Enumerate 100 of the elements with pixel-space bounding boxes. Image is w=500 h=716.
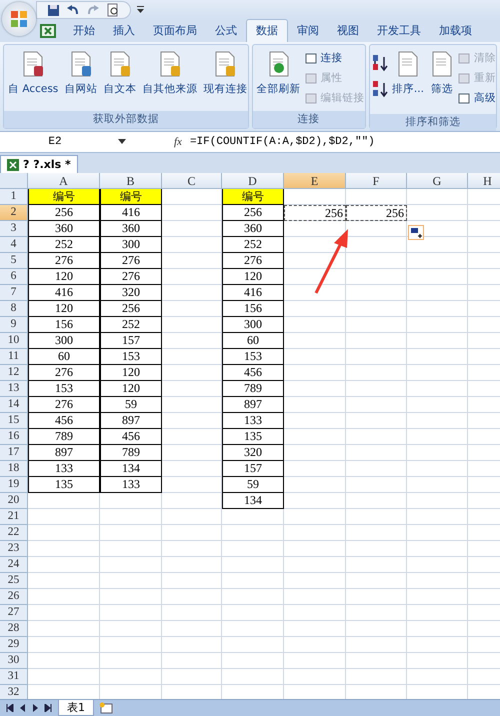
table-cell: 276 <box>28 253 100 269</box>
sort-ascending-icon[interactable] <box>372 54 388 72</box>
row-header[interactable]: 30 <box>0 653 28 669</box>
excel-icon <box>7 158 19 170</box>
ribbon-button[interactable]: 排序... <box>390 48 426 110</box>
document-icon <box>108 50 132 78</box>
ribbon-button[interactable]: 高级 <box>458 88 496 108</box>
row-header[interactable]: 28 <box>0 621 28 637</box>
row-header[interactable]: 6 <box>0 269 28 285</box>
document-icon <box>396 50 420 78</box>
column-header[interactable]: A <box>28 173 100 189</box>
table-cell: 897 <box>222 397 284 413</box>
document-icon <box>430 50 454 78</box>
next-sheet-icon[interactable] <box>32 704 38 712</box>
workbook-name: ? ?.xls * <box>23 158 71 171</box>
column-header[interactable]: F <box>346 173 407 189</box>
column-header[interactable]: B <box>100 173 162 189</box>
ribbon-tab[interactable]: 加载项 <box>430 20 481 42</box>
office-button[interactable] <box>2 2 36 36</box>
row-header[interactable]: 25 <box>0 573 28 589</box>
column-header[interactable]: G <box>407 173 468 189</box>
row-header[interactable]: 19 <box>0 477 28 493</box>
table-cell: 456 <box>28 413 100 429</box>
save-icon[interactable] <box>47 4 60 16</box>
workbook-tab[interactable]: ? ?.xls * <box>0 155 78 173</box>
table-cell: 897 <box>100 413 162 429</box>
insert-sheet-icon[interactable] <box>98 702 114 714</box>
table-cell: 276 <box>28 365 100 381</box>
row-header[interactable]: 3 <box>0 221 28 237</box>
row-header[interactable]: 29 <box>0 637 28 653</box>
ribbon-tab[interactable]: 页面布局 <box>144 20 206 42</box>
first-sheet-icon[interactable] <box>6 704 14 712</box>
ribbon-tab[interactable]: 审阅 <box>288 20 328 42</box>
table-cell: 256 <box>28 205 100 221</box>
row-header[interactable]: 21 <box>0 509 28 525</box>
row-header[interactable]: 15 <box>0 413 28 429</box>
document-icon <box>158 50 182 78</box>
function-button[interactable]: fx <box>174 136 182 148</box>
table-cell: 789 <box>100 445 162 461</box>
row-header[interactable]: 23 <box>0 541 28 557</box>
ribbon-tab[interactable]: 公式 <box>206 20 246 42</box>
ribbon-tab[interactable]: 数据 <box>246 19 288 42</box>
dropdown-caret-icon[interactable] <box>118 139 126 145</box>
ribbon-button[interactable]: 全部刷新 <box>254 48 303 110</box>
row-header[interactable]: 7 <box>0 285 28 301</box>
table-cell: 320 <box>222 445 284 461</box>
ribbon-button[interactable]: 现有连接 <box>201 48 250 110</box>
row-header[interactable]: 5 <box>0 253 28 269</box>
table-cell: 360 <box>28 221 100 237</box>
print-preview-icon[interactable] <box>106 3 120 17</box>
row-header[interactable]: 13 <box>0 381 28 397</box>
ribbon-button[interactable]: 筛选 <box>428 48 456 110</box>
table-cell: 153 <box>28 381 100 397</box>
column-header[interactable]: E <box>284 173 346 189</box>
row-header[interactable]: 14 <box>0 397 28 413</box>
ribbon-tab[interactable]: 开发工具 <box>368 20 430 42</box>
undo-icon[interactable] <box>66 4 80 16</box>
sheet-tab[interactable]: 表1 <box>58 700 94 716</box>
row-header[interactable]: 1 <box>0 189 28 205</box>
row-header[interactable]: 24 <box>0 557 28 573</box>
document-icon <box>213 50 238 78</box>
row-header[interactable]: 9 <box>0 317 28 333</box>
row-header[interactable]: 11 <box>0 349 28 365</box>
tool-icon <box>458 92 471 104</box>
ribbon-button[interactable]: 自网站 <box>62 48 100 110</box>
row-header[interactable]: 10 <box>0 333 28 349</box>
last-sheet-icon[interactable] <box>44 704 52 712</box>
row-header[interactable]: 8 <box>0 301 28 317</box>
row-header[interactable]: 20 <box>0 493 28 509</box>
column-header[interactable]: D <box>222 173 284 189</box>
ribbon-button[interactable]: 自其他来源 <box>140 48 200 110</box>
paste-options-icon[interactable] <box>408 225 424 240</box>
ribbon-tab[interactable]: 开始 <box>64 20 104 42</box>
row-header[interactable]: 12 <box>0 365 28 381</box>
table-cell: 60 <box>28 349 100 365</box>
sort-descending-icon[interactable] <box>372 80 388 98</box>
formula-field[interactable]: =IF(COUNTIF(A:A,$D2),$D2,"") <box>190 136 375 148</box>
column-header[interactable]: C <box>162 173 222 189</box>
document-icon <box>266 50 291 78</box>
ribbon-button[interactable]: 自文本 <box>101 48 138 110</box>
table-cell: 256 <box>100 301 162 317</box>
name-box[interactable]: E2 <box>0 136 110 148</box>
row-header[interactable]: 22 <box>0 525 28 541</box>
row-header[interactable]: 31 <box>0 669 28 685</box>
ribbon-tab[interactable]: 插入 <box>104 20 144 42</box>
row-header[interactable]: 18 <box>0 461 28 477</box>
tool-icon <box>304 52 318 64</box>
row-header[interactable]: 2 <box>0 205 28 221</box>
row-header[interactable]: 17 <box>0 445 28 461</box>
ribbon-tab[interactable]: 视图 <box>328 20 368 42</box>
ribbon-button[interactable]: 自 Access <box>6 48 60 110</box>
ribbon-button[interactable]: 连接 <box>304 48 365 68</box>
previous-sheet-icon[interactable] <box>20 704 26 712</box>
row-header[interactable]: 16 <box>0 429 28 445</box>
customize-caret-icon[interactable] <box>137 6 144 14</box>
row-header[interactable]: 4 <box>0 237 28 253</box>
row-header[interactable]: 26 <box>0 589 28 605</box>
row-header[interactable]: 27 <box>0 605 28 621</box>
column-header[interactable]: H <box>468 173 500 189</box>
table-cell: 276 <box>222 253 284 269</box>
